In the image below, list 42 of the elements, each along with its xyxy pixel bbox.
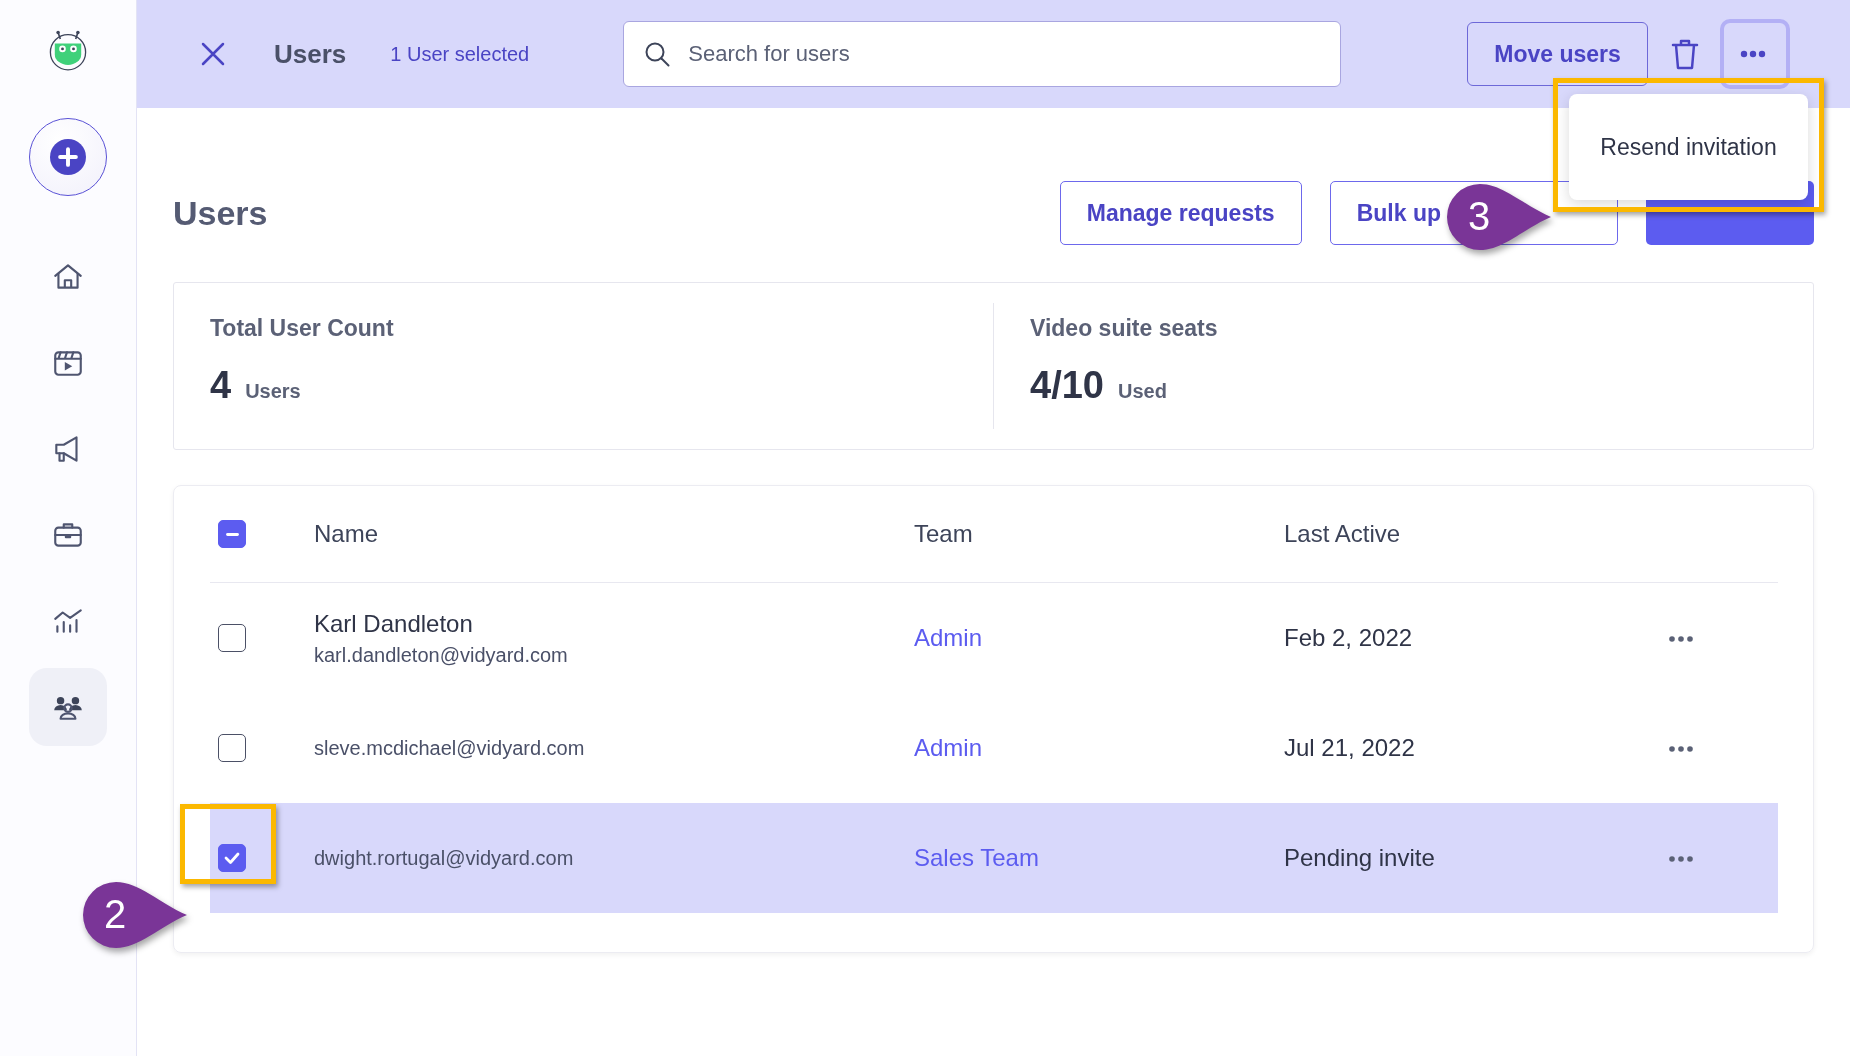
column-header: Name [314, 520, 380, 548]
sidebar-item[interactable] [29, 668, 107, 746]
more-icon[interactable] [1668, 745, 1694, 753]
search-field[interactable]: Search for users [623, 21, 1342, 87]
menu-item[interactable]: Resend invitation [1600, 133, 1777, 161]
more-icon[interactable] [1668, 855, 1694, 863]
more-icon [1739, 50, 1766, 58]
selection-count: 1 User selected [390, 42, 530, 66]
action-button[interactable]: Manage requests [1059, 181, 1302, 245]
column-header: Last Active [1284, 520, 1402, 548]
bar-title: Users [274, 38, 347, 70]
trash-icon[interactable] [1669, 38, 1700, 70]
move-users-button[interactable]: Move users [1467, 22, 1648, 86]
more-icon[interactable] [1668, 635, 1694, 643]
last-active: Pending invite [1284, 844, 1435, 871]
stat-value: 4 [210, 364, 232, 407]
search-icon [643, 40, 672, 68]
team-link[interactable]: Admin [914, 624, 983, 651]
user-name: Karl Dandleton [314, 609, 474, 638]
stat-value: 4/10 [1030, 364, 1104, 407]
user-email: karl.dandleton@vidyard.com [314, 643, 569, 667]
stat-unit: Users [245, 380, 301, 403]
row-checkbox[interactable] [218, 624, 246, 652]
select-all-checkbox[interactable] [218, 520, 246, 548]
row-checkbox[interactable] [218, 844, 246, 872]
page-title: Users [173, 193, 269, 233]
user-email: sleve.mcdichael@vidyard.com [314, 736, 586, 760]
row-checkbox[interactable] [218, 734, 246, 762]
stat-label: Total User Count [210, 315, 395, 342]
last-active: Jul 21, 2022 [1284, 734, 1415, 761]
stat-unit: Used [1117, 380, 1167, 403]
team-link[interactable]: Admin [914, 734, 983, 761]
step-callout: 2 [83, 882, 187, 948]
team-link[interactable]: Sales Team [914, 844, 1039, 871]
stat-label: Video suite seats [1030, 315, 1219, 342]
step-callout: 3 [1447, 184, 1551, 250]
plus-icon [50, 139, 86, 175]
last-active: Feb 2, 2022 [1284, 624, 1413, 651]
column-header: Team [914, 520, 974, 548]
close-icon[interactable] [200, 41, 226, 67]
dash-icon [225, 532, 239, 536]
user-email: dwight.rortugal@vidyard.com [314, 846, 575, 870]
